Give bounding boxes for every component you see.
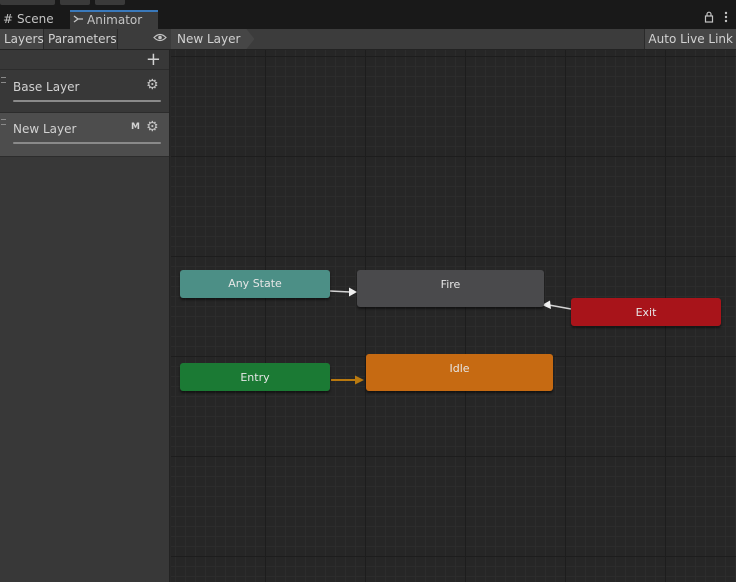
layer-weight-bar <box>13 100 161 102</box>
more-options-icon[interactable] <box>724 10 728 29</box>
state-any-state[interactable]: Any State <box>180 270 330 298</box>
layer-blending-badge: M <box>131 122 140 132</box>
state-idle[interactable]: Idle <box>366 354 553 391</box>
top-toolbar-button[interactable] <box>0 0 55 5</box>
tab-animator-label: Animator <box>87 13 143 27</box>
animator-toolbar: Layers Parameters New Layer Auto Live Li… <box>0 29 736 50</box>
state-fire[interactable]: Fire <box>357 270 544 307</box>
state-label: Any State <box>228 277 282 290</box>
state-label: Idle <box>449 362 470 375</box>
state-label: Exit <box>635 306 657 319</box>
gear-icon[interactable]: ⚙ <box>146 77 159 93</box>
tab-layers[interactable]: Layers <box>0 29 44 49</box>
layer-weight-bar <box>13 142 161 144</box>
layers-panel: + Base Layer ⚙ New Layer M ⚙ <box>0 50 170 582</box>
gear-icon[interactable]: ⚙ <box>146 119 159 135</box>
state-label: Fire <box>440 278 461 291</box>
eye-icon[interactable] <box>150 29 170 49</box>
state-exit[interactable]: Exit <box>571 298 721 326</box>
tab-scene-label: Scene <box>17 12 54 26</box>
drag-handle-icon[interactable] <box>1 77 6 83</box>
tab-scene[interactable]: # Scene <box>0 10 70 29</box>
tab-layers-label: Layers <box>4 32 44 46</box>
auto-live-link-label: Auto Live Link <box>648 32 733 46</box>
drag-handle-icon[interactable] <box>1 119 6 125</box>
layer-name: New Layer <box>13 122 77 136</box>
grid-icon: # <box>2 12 14 26</box>
layer-name: Base Layer <box>13 80 80 94</box>
breadcrumb[interactable]: New Layer <box>171 29 254 49</box>
auto-live-link-button[interactable]: Auto Live Link <box>644 29 736 49</box>
tab-animator[interactable]: Animator <box>70 10 158 29</box>
breadcrumb-label: New Layer <box>177 32 241 46</box>
animator-icon <box>72 12 84 29</box>
editor-tab-bar: # Scene Animator <box>0 10 736 29</box>
layer-item-new-layer[interactable]: New Layer M ⚙ <box>0 113 169 157</box>
state-entry[interactable]: Entry <box>180 363 330 391</box>
layer-item-base-layer[interactable]: Base Layer ⚙ <box>0 71 169 113</box>
top-toolbar-button[interactable] <box>60 0 90 5</box>
add-layer-button[interactable]: + <box>146 50 161 70</box>
top-toolbar-button[interactable] <box>95 0 125 5</box>
window-top-strip <box>0 0 736 10</box>
state-label: Entry <box>240 371 270 384</box>
tab-parameters-label: Parameters <box>48 32 117 46</box>
layers-header: + <box>0 50 169 70</box>
lock-icon[interactable] <box>704 10 714 29</box>
tab-parameters[interactable]: Parameters <box>44 29 118 49</box>
